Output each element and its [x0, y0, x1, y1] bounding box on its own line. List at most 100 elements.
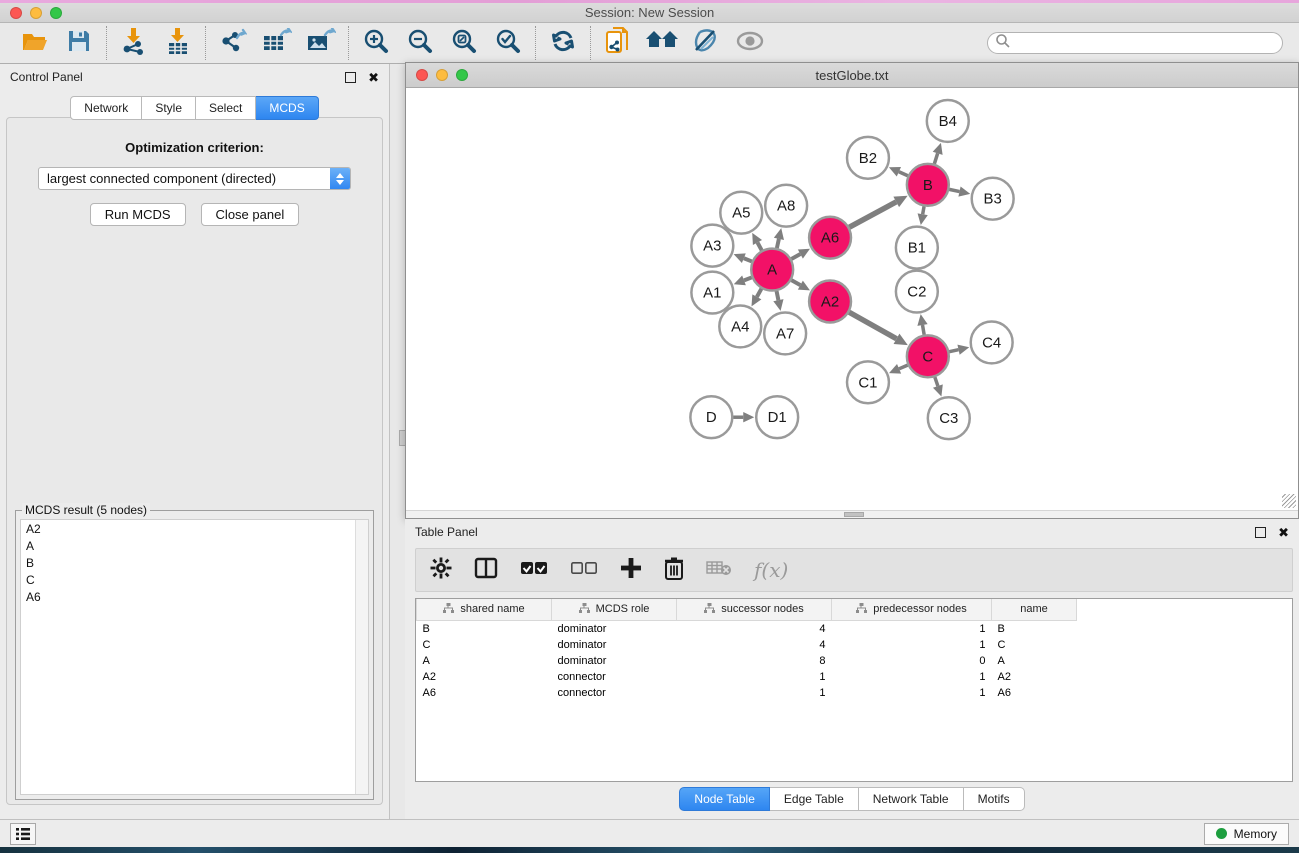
close-panel-button[interactable]: Close panel — [201, 203, 300, 226]
table-cell: C — [417, 637, 552, 653]
graph-node-C2[interactable]: C2 — [896, 271, 938, 313]
save-session-button[interactable] — [64, 28, 94, 58]
float-panel-icon[interactable] — [345, 72, 356, 83]
table-row[interactable]: Bdominator41B — [417, 620, 1077, 637]
svg-text:A2: A2 — [821, 293, 839, 310]
main-toolbar — [0, 23, 1299, 64]
optimization-criterion-label: Optimization criterion: — [7, 140, 382, 155]
import-table-button[interactable] — [163, 28, 193, 58]
zoom-selected-button[interactable] — [493, 28, 523, 58]
hide-labels-button[interactable] — [691, 28, 721, 58]
show-graphics-button[interactable] — [735, 28, 765, 58]
task-history-button[interactable] — [10, 823, 36, 845]
graph-node-D[interactable]: D — [690, 396, 732, 438]
graph-node-B2[interactable]: B2 — [847, 137, 889, 179]
graph-node-A6[interactable]: A6 — [809, 217, 851, 259]
tab-motifs[interactable]: Motifs — [964, 787, 1025, 811]
add-column-button[interactable] — [620, 557, 642, 584]
select-all-button[interactable] — [520, 560, 548, 581]
graph-node-A7[interactable]: A7 — [764, 312, 806, 354]
graph-node-D1[interactable]: D1 — [756, 396, 798, 438]
import-network-button[interactable] — [119, 28, 149, 58]
graph-node-B[interactable]: B — [907, 164, 949, 206]
search-input[interactable] — [1011, 34, 1282, 52]
zoom-in-button[interactable] — [361, 28, 391, 58]
network-from-selection-button[interactable] — [603, 28, 633, 58]
table-row[interactable]: Adominator80A — [417, 653, 1077, 669]
toolbar-group — [349, 23, 535, 63]
close-panel-icon[interactable]: ✖ — [368, 71, 379, 84]
criterion-dropdown[interactable]: largest connected component (directed) — [38, 167, 351, 190]
table-cell: C — [992, 637, 1077, 653]
task-list-icon — [15, 827, 31, 841]
graph-node-A[interactable]: A — [751, 249, 793, 291]
delete-table-button — [706, 559, 732, 582]
refresh-button[interactable] — [548, 28, 578, 58]
graph-node-A8[interactable]: A8 — [765, 185, 807, 227]
svg-text:C4: C4 — [982, 334, 1001, 351]
tab-network-table[interactable]: Network Table — [859, 787, 964, 811]
column-header-shared-name[interactable]: shared name — [417, 599, 552, 620]
float-table-panel-icon[interactable] — [1255, 527, 1266, 538]
tab-mcds[interactable]: MCDS — [256, 96, 318, 120]
graph-node-A3[interactable]: A3 — [691, 225, 733, 267]
graph-node-A5[interactable]: A5 — [720, 192, 762, 234]
graph-node-B1[interactable]: B1 — [896, 227, 938, 269]
graph-node-C[interactable]: C — [907, 335, 949, 377]
graph-node-B4[interactable]: B4 — [927, 100, 969, 142]
export-table-icon — [262, 28, 292, 59]
result-list-scrollbar[interactable] — [355, 520, 368, 794]
graph-node-C4[interactable]: C4 — [971, 321, 1013, 363]
result-item[interactable]: B — [21, 554, 368, 571]
graph-node-B3[interactable]: B3 — [972, 178, 1014, 220]
result-item[interactable]: A6 — [21, 588, 368, 605]
delete-column-button[interactable] — [664, 556, 684, 585]
graph-node-A4[interactable]: A4 — [719, 305, 761, 347]
tab-select[interactable]: Select — [196, 96, 256, 120]
table-row[interactable]: A6connector11A6 — [417, 685, 1077, 701]
function-builder-button: f(x) — [754, 558, 788, 582]
table-cell: A2 — [992, 669, 1077, 685]
home-button[interactable] — [647, 28, 677, 58]
table-cell: dominator — [552, 637, 677, 653]
hide-labels-icon — [692, 28, 720, 59]
network-horizontal-scrollbar[interactable] — [406, 510, 1298, 518]
run-mcds-button[interactable]: Run MCDS — [90, 203, 186, 226]
open-file-button[interactable] — [20, 28, 50, 58]
graph-node-A2[interactable]: A2 — [809, 281, 851, 323]
mcds-result-list[interactable]: A2ABCA6 — [20, 519, 369, 795]
column-view-button[interactable] — [474, 557, 498, 584]
column-header-predecessor-nodes[interactable]: predecessor nodes — [832, 599, 992, 620]
graph-node-C3[interactable]: C3 — [928, 397, 970, 439]
export-image-button[interactable] — [306, 28, 336, 58]
tab-edge-table[interactable]: Edge Table — [770, 787, 859, 811]
network-canvas[interactable]: B4 B2 B B3 A8A5 A6 A3 B1 A C2 A1 A2 A4A7 C4 C C1 D D1 C3 — [406, 89, 1298, 510]
close-table-panel-icon[interactable]: ✖ — [1278, 526, 1289, 539]
result-item[interactable]: A — [21, 537, 368, 554]
zoom-out-icon — [407, 28, 433, 59]
window-resize-grip[interactable] — [1282, 494, 1296, 508]
column-header-successor-nodes[interactable]: successor nodes — [677, 599, 832, 620]
deselect-all-button[interactable] — [570, 560, 598, 581]
table-cell: 4 — [677, 637, 832, 653]
export-table-button[interactable] — [262, 28, 292, 58]
zoom-fit-button[interactable] — [449, 28, 479, 58]
search-field[interactable] — [987, 32, 1283, 54]
table-row[interactable]: A2connector11A2 — [417, 669, 1077, 685]
network-window-titlebar[interactable]: testGlobe.txt — [406, 63, 1298, 88]
graph-node-A1[interactable]: A1 — [691, 272, 733, 314]
settings-button[interactable] — [430, 557, 452, 584]
column-header-MCDS-role[interactable]: MCDS role — [552, 599, 677, 620]
scrollbar-thumb[interactable] — [844, 512, 864, 517]
result-item[interactable]: C — [21, 571, 368, 588]
tab-node-table[interactable]: Node Table — [679, 787, 770, 811]
export-network-button[interactable] — [218, 28, 248, 58]
zoom-out-button[interactable] — [405, 28, 435, 58]
tab-style[interactable]: Style — [142, 96, 196, 120]
tab-network[interactable]: Network — [70, 96, 142, 120]
table-row[interactable]: Cdominator41C — [417, 637, 1077, 653]
memory-button[interactable]: Memory — [1204, 823, 1289, 845]
graph-node-C1[interactable]: C1 — [847, 361, 889, 403]
column-header-name[interactable]: name — [992, 599, 1077, 620]
result-item[interactable]: A2 — [21, 520, 368, 537]
